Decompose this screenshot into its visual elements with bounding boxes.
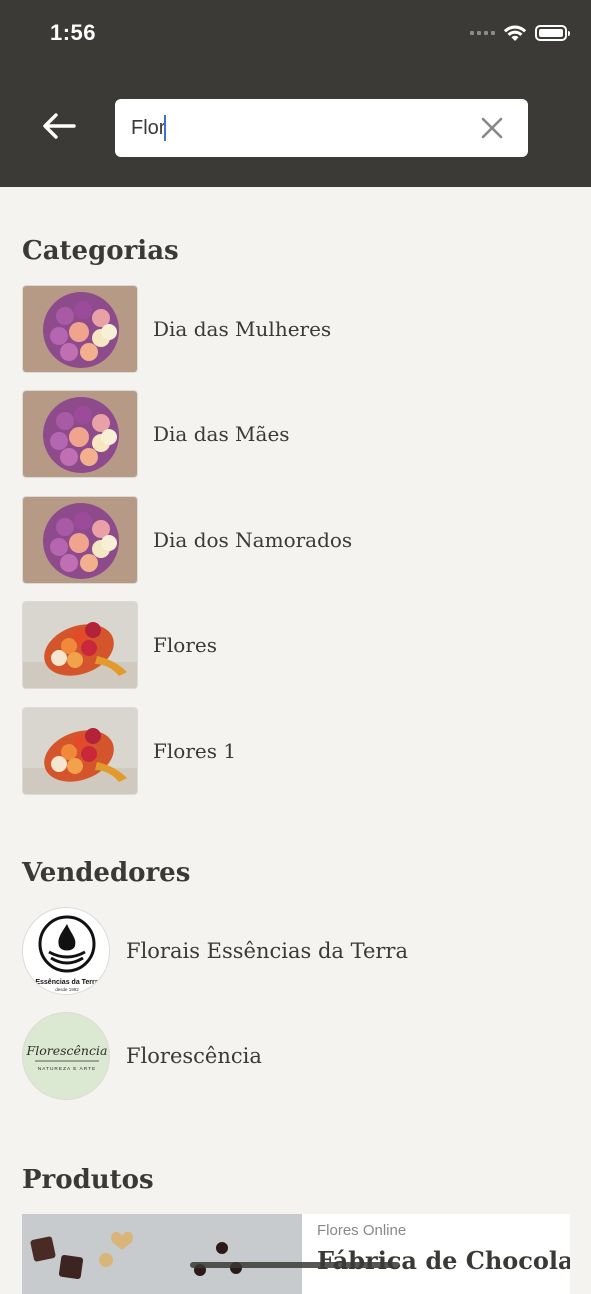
- search-input[interactable]: [131, 113, 461, 143]
- category-item[interactable]: Dia dos Namorados: [22, 495, 570, 585]
- category-item[interactable]: Dia das Mães: [22, 389, 570, 479]
- product-name: Fábrica de Chocolate: [317, 1246, 570, 1275]
- category-thumbnail: [22, 390, 138, 478]
- vendor-logo-text: Essências da Terra: [35, 979, 98, 986]
- status-icons: [470, 24, 570, 42]
- back-button[interactable]: [36, 106, 80, 146]
- category-item[interactable]: Flores 1: [22, 706, 570, 796]
- text-cursor: [164, 115, 166, 141]
- home-indicator: [190, 1262, 400, 1268]
- arrow-left-icon: [43, 113, 76, 139]
- vendor-logo-subtext: NATUREZA E ARTE: [38, 1066, 97, 1072]
- vendor-label: Florescência: [126, 1044, 262, 1068]
- category-label: Dia das Mães: [153, 422, 290, 446]
- category-thumbnail: [22, 601, 138, 689]
- signal-icon: [470, 31, 495, 35]
- category-thumbnail: [22, 496, 138, 584]
- category-thumbnail: [22, 707, 138, 795]
- vendor-item[interactable]: Florescência NATUREZA E ARTE Florescênci…: [22, 1011, 570, 1101]
- product-store: Flores Online: [317, 1222, 407, 1239]
- vendor-logo-subtext: desde 1992: [55, 987, 79, 992]
- categories-title: Categorias: [22, 236, 179, 266]
- vendors-title: Vendedores: [22, 858, 191, 888]
- vendor-logo-text: Florescência: [26, 1043, 108, 1058]
- category-item[interactable]: Dia das Mulheres: [22, 284, 570, 374]
- status-time: 1:56: [50, 20, 97, 45]
- search-box[interactable]: [115, 99, 528, 157]
- category-label: Dia dos Namorados: [153, 528, 353, 552]
- products-title: Produtos: [22, 1165, 154, 1195]
- top-bar: 1:56: [0, 0, 591, 187]
- product-card[interactable]: Flores Online Fábrica de Chocolate: [22, 1214, 570, 1294]
- vendor-item[interactable]: Essências da Terra desde 1992 Florais Es…: [22, 906, 570, 996]
- category-label: Flores: [153, 633, 217, 657]
- category-label: Dia das Mulheres: [153, 317, 332, 341]
- category-label: Flores 1: [153, 739, 237, 763]
- category-thumbnail: [22, 285, 138, 373]
- vendor-label: Florais Essências da Terra: [126, 939, 408, 963]
- battery-icon: [535, 25, 570, 41]
- vendor-logo: Florescência NATUREZA E ARTE: [22, 1012, 110, 1100]
- wifi-icon: [503, 25, 527, 41]
- product-image: [22, 1214, 302, 1294]
- clear-icon[interactable]: [478, 114, 506, 142]
- vendor-logo: Essências da Terra desde 1992: [22, 907, 110, 995]
- category-item[interactable]: Flores: [22, 600, 570, 690]
